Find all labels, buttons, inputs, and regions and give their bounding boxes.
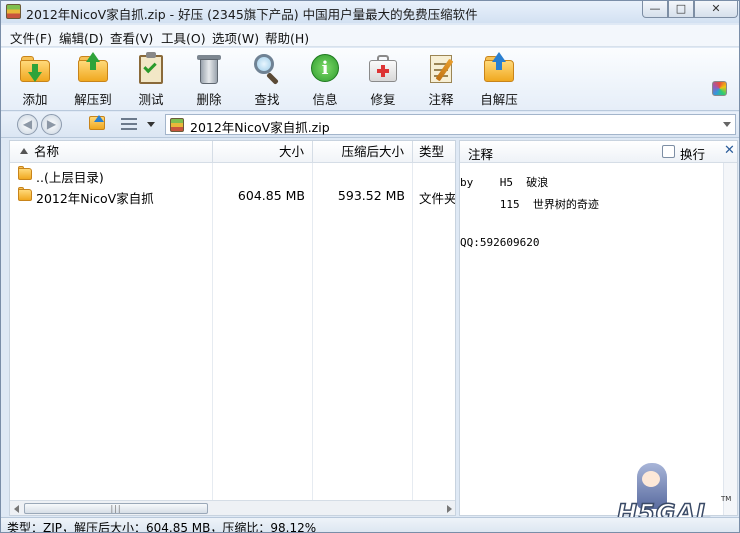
- test-button[interactable]: 测试: [125, 52, 177, 108]
- delete-label: 删除: [196, 92, 222, 107]
- path-text: 2012年NicoV家自抓.zip: [190, 120, 330, 135]
- column-name-label: 名称: [34, 144, 60, 159]
- comment-note-icon: [424, 52, 458, 86]
- delete-button[interactable]: 删除: [183, 52, 235, 108]
- close-button[interactable]: ✕: [694, 1, 738, 18]
- extract-folder-icon: [76, 52, 110, 86]
- info-button[interactable]: i 信息: [299, 52, 351, 108]
- forward-button[interactable]: ▶: [41, 114, 62, 135]
- add-folder-icon: [18, 52, 52, 86]
- test-label: 测试: [138, 92, 164, 107]
- column-size-label: 大小: [278, 144, 304, 159]
- column-divider: [412, 163, 413, 501]
- folder-icon: [18, 189, 32, 201]
- menu-edit[interactable]: 编辑(D): [59, 28, 103, 47]
- comment-line: by H5 破浪: [460, 176, 549, 189]
- column-type-label: 类型: [419, 144, 445, 159]
- wrap-checkbox[interactable]: [662, 145, 675, 158]
- back-button[interactable]: ◀: [17, 114, 38, 135]
- watermark-tm: TM: [721, 495, 732, 503]
- path-field[interactable]: 2012年NicoV家自抓.zip: [165, 114, 736, 135]
- maximize-button[interactable]: □: [668, 1, 694, 18]
- trash-icon: [192, 52, 226, 86]
- column-divider: [312, 163, 313, 501]
- add-label: 添加: [22, 92, 48, 107]
- test-clipboard-icon: [134, 52, 168, 86]
- repair-button[interactable]: 修复: [357, 52, 409, 108]
- address-bar: ◀ ▶ 2012年NicoV家自抓.zip: [1, 112, 739, 138]
- zip-file-icon: [170, 118, 184, 132]
- magnifier-icon: [250, 52, 284, 86]
- skin-palette-icon[interactable]: [712, 81, 727, 96]
- folder-icon: [18, 168, 32, 180]
- column-name[interactable]: 名称: [10, 141, 213, 163]
- menu-options[interactable]: 选项(W): [212, 28, 259, 47]
- comment-panel: 注释 换行 ✕ by H5 破浪 115 世界树的奇迹 QQ:592609620: [459, 140, 738, 516]
- row-name: ..(上层目录): [36, 170, 104, 185]
- scroll-thumb[interactable]: |||: [24, 503, 208, 514]
- repair-label: 修复: [370, 92, 396, 107]
- window-title: 2012年NicoV家自抓.zip - 好压 (2345旗下产品) 中国用户量最…: [26, 7, 478, 22]
- column-packed-label: 压缩后大小: [341, 144, 404, 159]
- sort-ascending-icon: [20, 148, 28, 154]
- up-arrow-icon: [94, 115, 104, 122]
- repair-kit-icon: [366, 52, 400, 86]
- self-extract-icon: [482, 52, 516, 86]
- title-bar[interactable]: 2012年NicoV家自抓.zip - 好压 (2345旗下产品) 中国用户量最…: [1, 1, 739, 23]
- menu-file[interactable]: 文件(F): [10, 28, 52, 47]
- row-name: 2012年NicoV家自抓: [36, 191, 154, 206]
- find-button[interactable]: 查找: [241, 52, 293, 108]
- menu-bar: 文件(F) 编辑(D) 查看(V) 工具(O) 选项(W) 帮助(H): [1, 25, 739, 47]
- comment-label: 注释: [428, 92, 454, 107]
- mascot-face: [642, 471, 660, 487]
- self-extract-label: 自解压: [480, 92, 518, 107]
- app-zip-icon[interactable]: [6, 4, 21, 19]
- column-divider: [212, 163, 213, 501]
- path-dropdown-icon[interactable]: [723, 122, 731, 127]
- find-label: 查找: [254, 92, 280, 107]
- menu-tools[interactable]: 工具(O): [161, 28, 206, 47]
- menu-view[interactable]: 查看(V): [110, 28, 153, 47]
- table-row[interactable]: ..(上层目录): [10, 164, 455, 185]
- column-type[interactable]: 类型: [413, 141, 455, 163]
- menu-help[interactable]: 帮助(H): [265, 28, 309, 47]
- add-button[interactable]: 添加: [9, 52, 61, 108]
- minimize-button[interactable]: —: [642, 1, 668, 18]
- comment-line: 115 世界树的奇迹: [460, 198, 599, 211]
- app-window: 2012年NicoV家自抓.zip - 好压 (2345旗下产品) 中国用户量最…: [0, 0, 740, 533]
- view-dropdown-icon[interactable]: [147, 122, 155, 127]
- horizontal-scrollbar[interactable]: |||: [10, 500, 455, 515]
- comment-title: 注释: [468, 147, 494, 162]
- extract-to-button[interactable]: 解压到: [67, 52, 119, 108]
- toolbar: 添加 解压到 测试 删除 查找 i 信息 修复 注释 自解压: [1, 48, 739, 111]
- status-bar: 类型：ZIP，解压后大小：604.85 MB，压缩比：98.12%: [1, 517, 739, 533]
- comment-button[interactable]: 注释: [415, 52, 467, 108]
- wrap-label[interactable]: 换行: [680, 144, 705, 163]
- view-mode-icon[interactable]: [121, 118, 137, 131]
- file-list: 名称 大小 压缩后大小 类型 ..(上层目录) 2012年NicoV家自抓 60…: [9, 140, 456, 516]
- extract-to-label: 解压到: [74, 92, 112, 107]
- column-packed-size[interactable]: 压缩后大小: [313, 141, 413, 163]
- status-text: 类型：ZIP，解压后大小：604.85 MB，压缩比：98.12%: [7, 521, 317, 533]
- scroll-right-icon[interactable]: [447, 505, 452, 513]
- close-comment-icon[interactable]: ✕: [724, 143, 735, 158]
- row-size: 604.85 MB: [237, 188, 305, 203]
- comment-line: QQ:592609620: [460, 236, 540, 249]
- comment-header: 注释 换行 ✕: [460, 141, 737, 163]
- self-extract-button[interactable]: 自解压: [473, 52, 525, 108]
- table-row[interactable]: 2012年NicoV家自抓 604.85 MB 593.52 MB 文件夹: [10, 185, 456, 206]
- scroll-left-icon[interactable]: [14, 505, 19, 513]
- column-size[interactable]: 大小: [213, 141, 313, 163]
- info-label: 信息: [312, 92, 338, 107]
- info-icon: i: [308, 52, 342, 86]
- row-packed-size: 593.52 MB: [337, 188, 405, 203]
- row-type: 文件夹: [419, 191, 456, 206]
